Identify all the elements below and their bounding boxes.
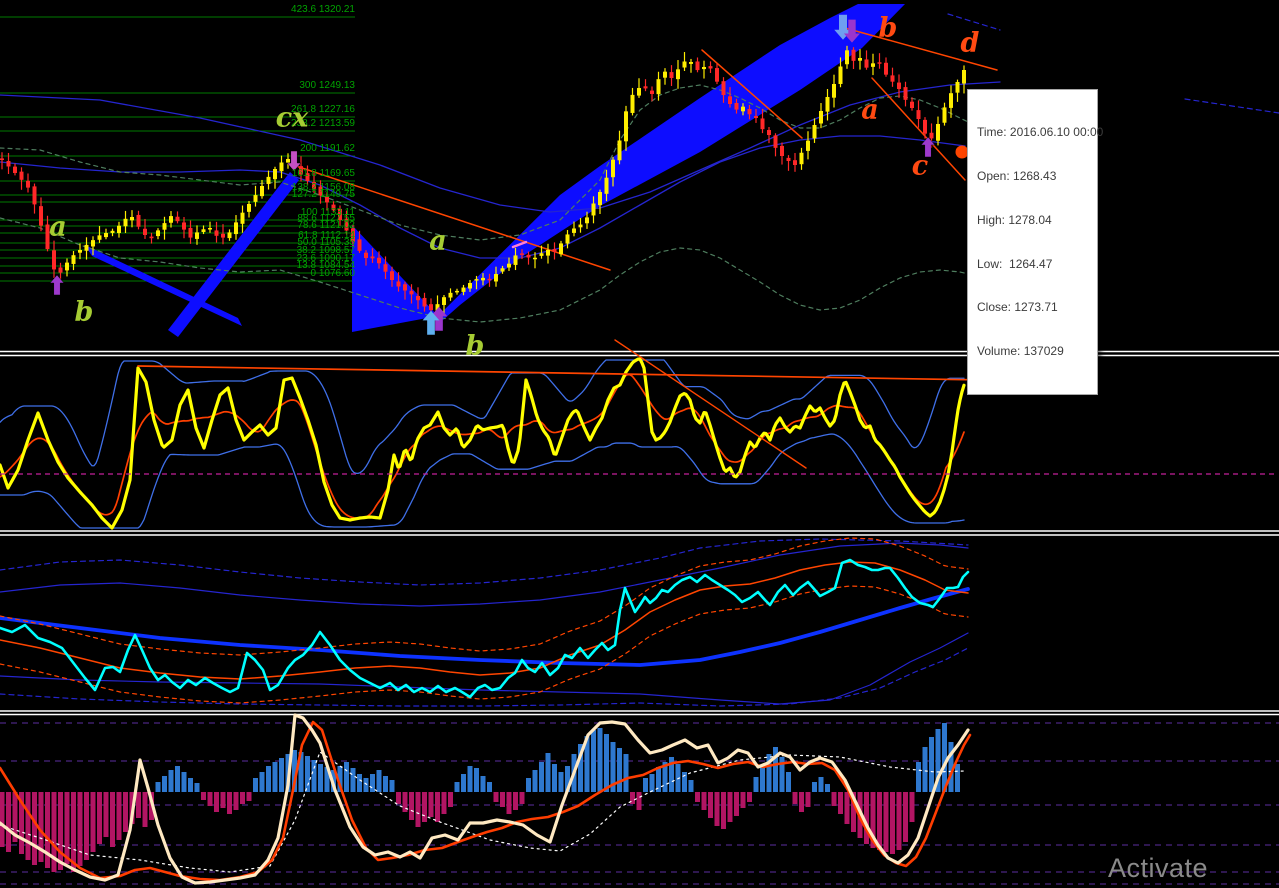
tooltip-volume: Volume: 137029 [977, 344, 1064, 359]
bands-panel-layer [0, 537, 970, 707]
trading-terminal-screen: 423.6 1320.21 300 1249.13 261.8 1227.16 238… [0, 0, 1279, 888]
tooltip-close: Close: 1273.71 [977, 300, 1058, 315]
tooltip-low: Low: 1264.47 [977, 256, 1053, 271]
tooltip-high: High: 1278.04 [977, 212, 1052, 227]
fib-lines-layer [0, 16, 355, 282]
activate-windows-watermark: Activate Windows [1108, 853, 1221, 888]
tooltip-time: Time: 2016.06.10 00:00 [977, 125, 1104, 140]
histogram-bars-layer [0, 723, 960, 872]
data-window-tooltip: Time: 2016.06.10 00:00 Open: 1268.43 Hig… [967, 89, 1104, 395]
tooltip-open: Open: 1268.43 [977, 168, 1057, 183]
